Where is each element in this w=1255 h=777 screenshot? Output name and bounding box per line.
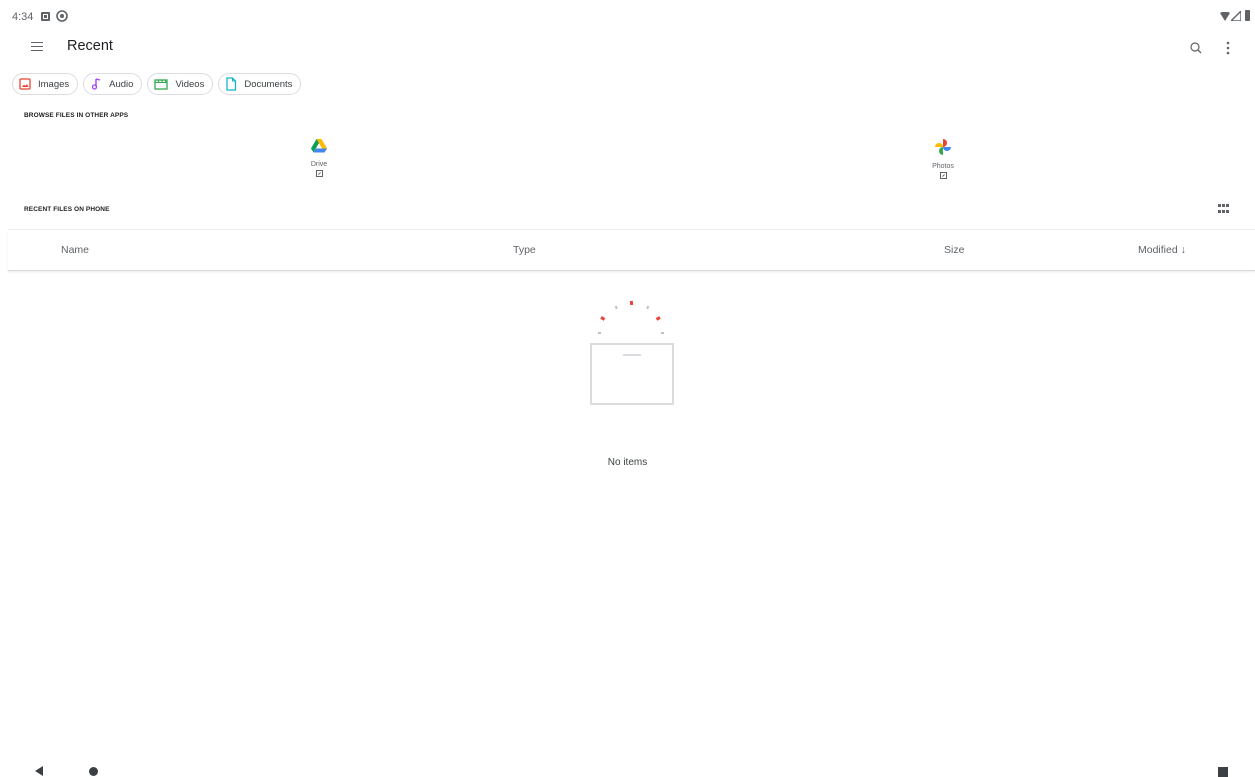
- home-icon[interactable]: [89, 767, 98, 776]
- audio-chip[interactable]: Audio: [83, 73, 143, 95]
- movie-icon: [154, 79, 169, 90]
- page-title: Recent: [67, 38, 113, 54]
- recents-icon[interactable]: [1218, 767, 1228, 777]
- status-time: 4:34: [12, 11, 34, 23]
- music-note-icon: [92, 78, 101, 90]
- videos-chip-label: Videos: [175, 78, 205, 90]
- audio-chip-label: Audio: [109, 78, 134, 90]
- videos-chip[interactable]: Videos: [147, 73, 214, 95]
- google-drive-icon: [311, 139, 327, 153]
- empty-state-message: No items: [607, 457, 648, 468]
- open-external-icon: [939, 172, 947, 179]
- battery-icon: [1245, 10, 1250, 21]
- open-external-icon: [315, 170, 323, 177]
- filter-chips: Images Audio Videos Documents: [12, 73, 302, 95]
- images-chip-label: Images: [38, 78, 70, 90]
- search-icon[interactable]: [1186, 38, 1206, 58]
- status-bar: 4:34: [0, 0, 1255, 32]
- data-saver-icon: [56, 10, 68, 22]
- drive-label: Drive: [310, 161, 328, 168]
- browse-other-apps-heading: BROWSE FILES IN OTHER APPS: [24, 112, 129, 119]
- column-name[interactable]: Name: [61, 244, 89, 256]
- image-icon: [19, 78, 31, 90]
- documents-chip-label: Documents: [244, 78, 293, 90]
- photos-app-tile[interactable]: Photos: [913, 139, 973, 179]
- signal-icon: [1231, 11, 1241, 21]
- grid-view-icon[interactable]: [1218, 204, 1230, 214]
- system-navigation-bar: [0, 760, 1255, 777]
- document-icon: [226, 77, 237, 91]
- column-size[interactable]: Size: [944, 244, 964, 256]
- back-icon[interactable]: [35, 766, 43, 776]
- notification-icon: [41, 12, 50, 21]
- column-type[interactable]: Type: [513, 244, 536, 256]
- app-toolbar: Recent: [0, 32, 1255, 62]
- images-chip[interactable]: Images: [12, 73, 79, 95]
- wifi-icon: [1220, 12, 1230, 21]
- drive-app-tile[interactable]: Drive: [289, 139, 349, 177]
- file-list-header: Name Type Size Modified ↓: [8, 229, 1255, 271]
- navigation-menu-button[interactable]: [28, 39, 50, 55]
- recent-files-heading: RECENT FILES ON PHONE: [24, 206, 110, 213]
- photos-label: Photos: [932, 163, 954, 170]
- empty-box-illustration: [590, 300, 674, 405]
- column-modified[interactable]: Modified ↓: [1138, 244, 1186, 256]
- documents-chip[interactable]: Documents: [218, 73, 302, 95]
- more-options-icon[interactable]: [1218, 38, 1238, 58]
- google-photos-icon: [935, 139, 951, 155]
